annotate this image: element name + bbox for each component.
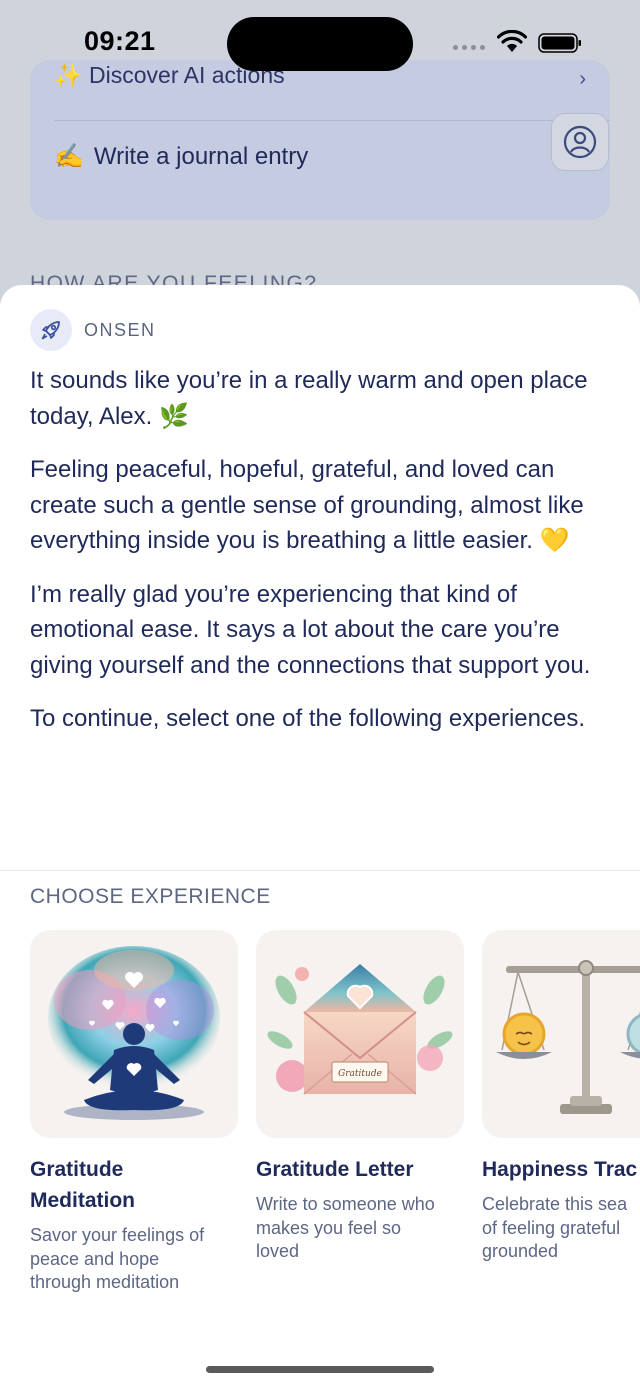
writing-hand-icon: ✍️ (54, 143, 84, 170)
battery-icon (538, 33, 581, 53)
dynamic-island (227, 17, 413, 71)
sender-name: ONSEN (84, 319, 156, 340)
experience-description: Write to someone who makes you feel so lov… (256, 1194, 435, 1261)
assistant-message: It sounds like you’re in a really warm a… (30, 363, 610, 755)
experience-description: Savor your feelings of peace and hope thro… (30, 1225, 205, 1292)
balance-scale-illustration (482, 930, 640, 1138)
status-time: 09:21 (84, 26, 156, 56)
message-paragraph: Feeling peaceful, hopeful, grateful, and… (30, 456, 584, 554)
profile-button[interactable] (551, 113, 609, 171)
experience-title: Happiness Trac (482, 1158, 638, 1181)
experience-card-gratitude-meditation[interactable]: Gratitude Meditation Savor your feelings … (30, 930, 238, 1295)
experience-description: Celebrate this sea of feeling grateful gro… (482, 1194, 628, 1261)
home-indicator (206, 1366, 434, 1373)
message-sender: ONSEN (30, 309, 156, 351)
wifi-icon (497, 30, 527, 52)
experience-title: Gratitude Meditation (30, 1158, 135, 1212)
status-bar: 09:21 (0, 0, 640, 88)
section-divider (0, 870, 640, 871)
experience-carousel[interactable]: Gratitude Meditation Savor your feelings … (30, 930, 640, 1310)
chat-sheet: ONSEN It sounds like you’re in a really … (0, 285, 640, 1387)
message-paragraph: I’m really glad you’re experiencing that… (30, 580, 591, 679)
experience-card-gratitude-letter[interactable]: Gratitude Gratitude Letter Write to some… (256, 930, 464, 1264)
message-paragraph: To continue, select one of the following… (30, 705, 586, 732)
cellular-signal-icon (453, 45, 485, 50)
choose-experience-label: CHOOSE EXPERIENCE (30, 885, 271, 908)
journal-entry-label: Write a journal entry (93, 142, 309, 170)
rocket-icon (30, 309, 72, 351)
meditation-illustration (30, 930, 238, 1138)
person-circle-icon (563, 125, 597, 159)
card-divider (54, 120, 610, 121)
experience-card-happiness-tracker[interactable]: Happiness Trac Celebrate this sea of feel… (482, 930, 640, 1264)
journal-entry-row[interactable]: ✍️ Write a journal entry (54, 142, 308, 171)
message-paragraph: It sounds like you’re in a really warm a… (30, 367, 588, 430)
experience-title: Gratitude Letter (256, 1158, 414, 1181)
envelope-illustration: Gratitude (256, 930, 464, 1138)
envelope-tag-text: Gratitude (338, 1069, 382, 1079)
